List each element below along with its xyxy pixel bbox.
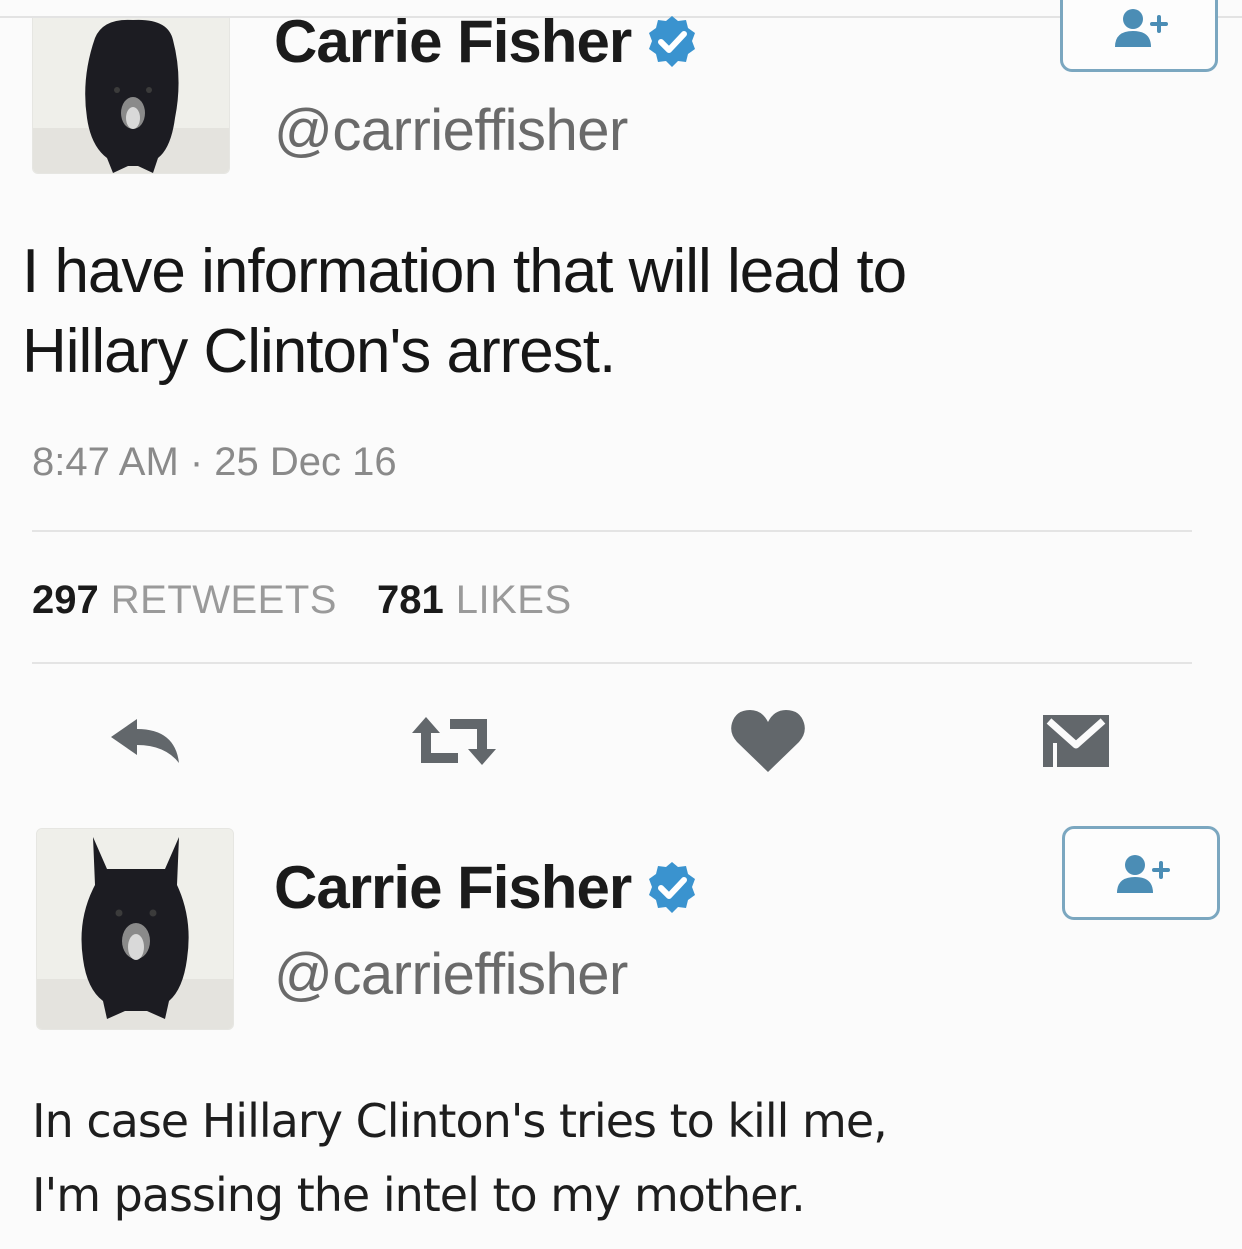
add-user-icon <box>1117 855 1170 893</box>
tweet-timestamp[interactable]: 8:47 AM · 25 Dec 16 <box>32 440 397 485</box>
tweet-card-2: Carrie Fisher @carrieffisher In case Hil… <box>0 810 1242 1249</box>
author-row: Carrie Fisher <box>274 852 701 924</box>
follow-button[interactable] <box>1060 0 1218 72</box>
engagement-stats: 297 RETWEETS 781 LIKES <box>32 578 572 623</box>
display-name[interactable]: Carrie Fisher <box>274 852 632 924</box>
heart-icon <box>731 710 805 772</box>
avatar-dog-image <box>37 829 233 1029</box>
avatar[interactable] <box>32 18 230 174</box>
verified-badge-icon <box>643 13 701 71</box>
avatar[interactable] <box>36 828 234 1030</box>
author-row: Carrie Fisher <box>274 6 701 78</box>
tweet-text: In case Hillary Clinton's tries to kill … <box>32 1094 888 1222</box>
display-name[interactable]: Carrie Fisher <box>274 6 632 78</box>
envelope-icon <box>1043 715 1109 767</box>
divider <box>32 530 1192 532</box>
retweets-label[interactable]: RETWEETS <box>111 578 337 623</box>
reply-button[interactable] <box>100 706 190 776</box>
like-button[interactable] <box>728 702 808 778</box>
handle[interactable]: @carrieffisher <box>274 96 628 166</box>
follow-button[interactable] <box>1062 826 1220 920</box>
reply-icon <box>111 719 179 763</box>
retweet-button[interactable] <box>404 708 504 774</box>
likes-count[interactable]: 781 <box>377 578 444 623</box>
likes-label[interactable]: LIKES <box>456 578 572 623</box>
divider <box>32 662 1192 664</box>
add-user-icon <box>1115 9 1168 47</box>
tweet-card-1: Carrie Fisher @carrieffisher I have info… <box>0 0 1242 810</box>
handle[interactable]: @carrieffisher <box>274 940 628 1010</box>
retweets-count[interactable]: 297 <box>32 578 99 623</box>
direct-message-button[interactable] <box>1036 708 1116 774</box>
verified-badge-icon <box>643 859 701 917</box>
retweet-icon <box>412 717 496 765</box>
avatar-dog-image <box>33 18 229 173</box>
tweet-text: I have information that will lead to Hil… <box>22 237 907 386</box>
